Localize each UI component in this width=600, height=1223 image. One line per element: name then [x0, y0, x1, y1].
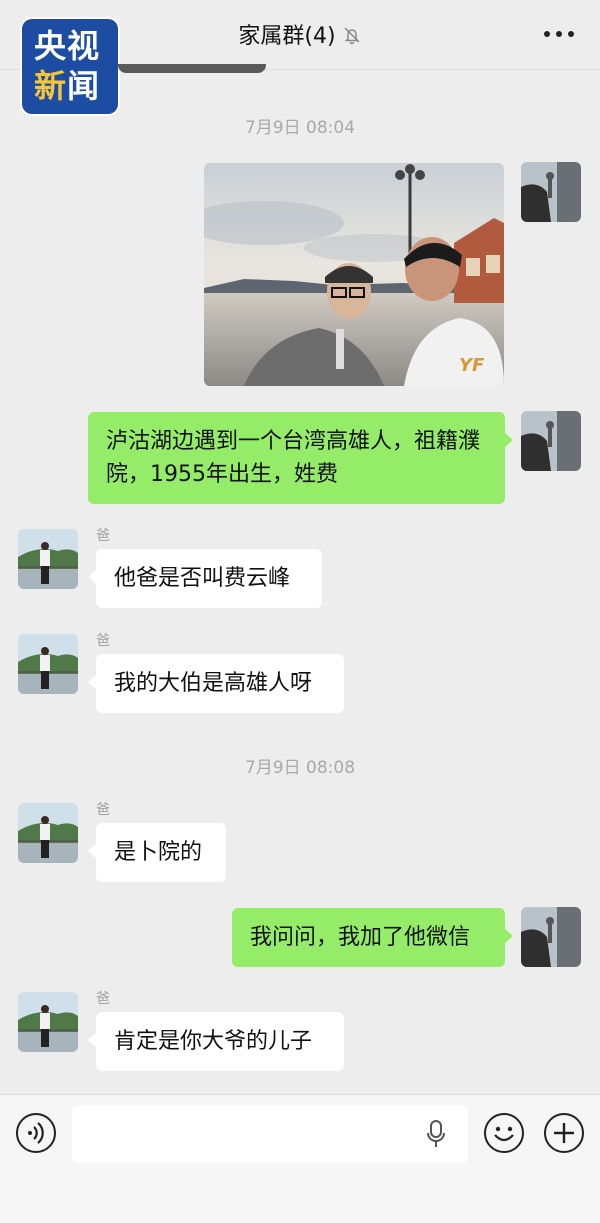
emoji-icon — [493, 1126, 514, 1141]
message-text: 是卜院的 — [114, 840, 203, 865]
logo-line-1: 央视 — [34, 27, 101, 65]
sender-name: 爸 — [96, 633, 110, 649]
microphone-icon[interactable] — [426, 1119, 446, 1149]
dad-avatar[interactable] — [18, 992, 78, 1052]
outgoing-message[interactable]: 我问问，我加了他微信 — [232, 908, 513, 967]
svg-text:YF: YF — [459, 355, 485, 376]
dad-avatar[interactable] — [18, 529, 78, 589]
input-bar — [0, 1094, 600, 1223]
message-text: 我的大伯是高雄人呀 — [114, 671, 313, 696]
message-text: 肯定是你大爷的儿子 — [114, 1029, 313, 1054]
logo-line-2a: 新 — [34, 67, 68, 105]
more-dots-icon — [544, 31, 550, 37]
plus-button[interactable] — [544, 1113, 584, 1153]
voice-button[interactable] — [16, 1113, 56, 1153]
message-input[interactable] — [72, 1105, 468, 1163]
group-name: 家属群(4) — [238, 24, 336, 49]
photo-message[interactable]: YF — [204, 163, 504, 386]
previous-message-fragment — [118, 64, 266, 73]
incoming-message[interactable]: 他爸是否叫费云峰 — [88, 549, 322, 608]
my-avatar[interactable] — [521, 162, 581, 222]
incoming-message[interactable]: 是卜院的 — [88, 823, 226, 882]
message-text: 他爸是否叫费云峰 — [114, 566, 291, 591]
incoming-message[interactable]: 我的大伯是高雄人呀 — [88, 654, 344, 713]
sender-name: 爸 — [96, 991, 110, 1007]
dad-avatar[interactable] — [18, 634, 78, 694]
dad-avatar[interactable] — [18, 803, 78, 863]
message-text: 泸沽湖边遇到一个台湾高雄人，祖籍濮院，1955年出生，姓费 — [106, 429, 481, 487]
incoming-message[interactable]: 肯定是你大爷的儿子 — [88, 1012, 344, 1071]
timestamp: 7月9日 08:04 — [244, 118, 356, 138]
emoji-button[interactable] — [484, 1113, 524, 1153]
message-text: 我问问，我加了他微信 — [250, 925, 471, 950]
sender-name: 爸 — [96, 528, 110, 544]
timestamp: 7月9日 08:08 — [244, 758, 356, 778]
my-avatar[interactable] — [521, 907, 581, 967]
my-avatar[interactable] — [521, 411, 581, 471]
sender-name: 爸 — [96, 802, 110, 818]
plus-icon — [553, 1122, 574, 1143]
logo-line-2b: 闻 — [67, 67, 101, 105]
voice-icon — [27, 1121, 44, 1144]
bell-off-icon — [344, 27, 360, 45]
more-options-button[interactable] — [544, 22, 574, 46]
cctv-news-logo: 央视 新闻 — [22, 19, 118, 114]
outgoing-message[interactable]: 泸沽湖边遇到一个台湾高雄人，祖籍濮院，1955年出生，姓费 — [88, 412, 513, 504]
